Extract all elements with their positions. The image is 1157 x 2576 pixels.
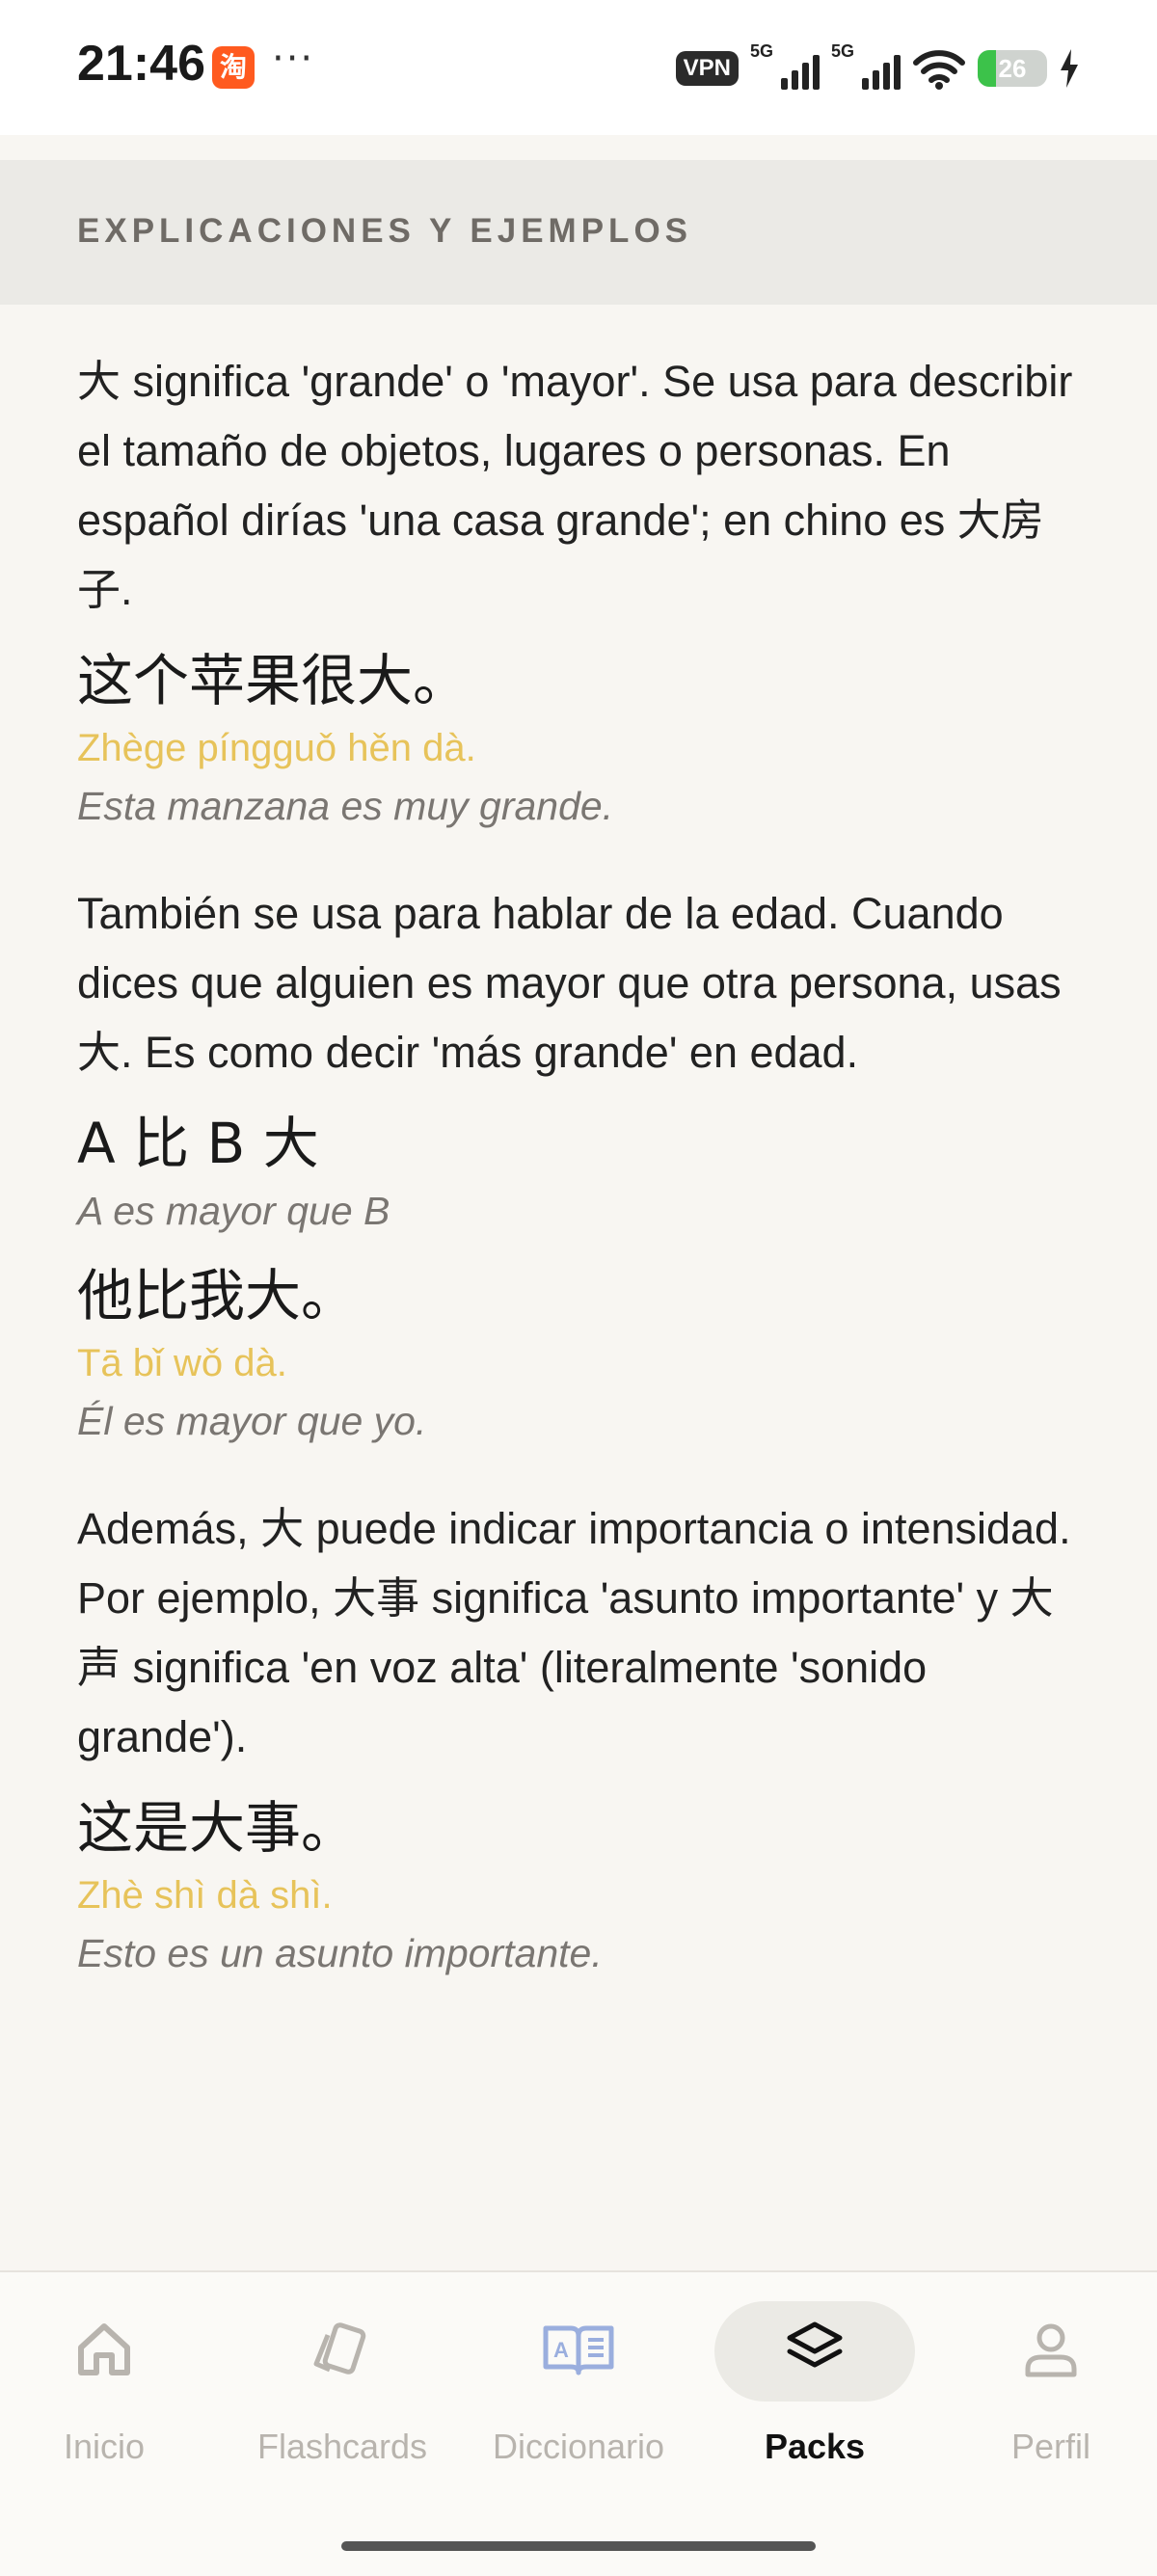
cards-icon bbox=[313, 2322, 366, 2375]
example-pinyin: Zhè shì dà shì. bbox=[77, 1874, 333, 1917]
nav-item-packs[interactable]: Packs bbox=[699, 2301, 930, 2467]
example-item: A 比 B 大 A es mayor que B bbox=[77, 1105, 1080, 1240]
example-pattern: A 比 B 大 bbox=[77, 1111, 319, 1176]
nav-label: Inicio bbox=[63, 2427, 146, 2466]
example-hanzi: 这个苹果很大。 bbox=[77, 648, 470, 713]
example-item: 他比我大。 Tā bǐ wǒ dà. Él es mayor que yo. bbox=[77, 1257, 1080, 1450]
status-indicators: VPN 5G 5G 26 bbox=[675, 41, 1080, 93]
example-translation: Esto es un asunto importante. bbox=[77, 1931, 603, 1975]
example-translation: A es mayor que B bbox=[77, 1189, 390, 1233]
explanation-paragraph: También se usa para hablar de la edad. C… bbox=[77, 889, 1062, 1077]
taobao-app-icon: 淘 bbox=[212, 46, 255, 89]
example-pinyin: Tā bǐ wǒ dà. bbox=[77, 1342, 287, 1384]
section-header: EXPLICACIONES Y EJEMPLOS bbox=[0, 160, 1157, 305]
network-type-label: 5G bbox=[831, 41, 855, 61]
nav-item-diccionario[interactable]: A Diccionario bbox=[463, 2311, 694, 2467]
status-bar: 21:46 淘 ··· VPN 5G 5G 26 bbox=[0, 0, 1157, 135]
battery-icon: 26 bbox=[978, 50, 1047, 87]
explanation-paragraph: 大 significa 'grande' o 'mayor'. Se usa p… bbox=[77, 357, 1073, 614]
svg-text:A: A bbox=[553, 2338, 569, 2362]
section-title: EXPLICACIONES Y EJEMPLOS bbox=[77, 212, 693, 250]
nav-label: Diccionario bbox=[492, 2427, 665, 2466]
nav-label: Perfil bbox=[1010, 2427, 1091, 2466]
explanations-content: 大 significa 'grande' o 'mayor'. Se usa p… bbox=[77, 347, 1080, 1982]
wifi-icon bbox=[913, 50, 965, 90]
charging-icon bbox=[1061, 49, 1078, 88]
nav-label: Packs bbox=[764, 2427, 866, 2466]
nav-item-inicio[interactable]: Inicio bbox=[0, 2311, 220, 2467]
dictionary-icon: A bbox=[543, 2325, 614, 2375]
example-hanzi: 他比我大。 bbox=[77, 1263, 358, 1328]
example-translation: Él es mayor que yo. bbox=[77, 1399, 427, 1443]
network-type-label: 5G bbox=[750, 41, 774, 61]
example-item: 这是大事。 Zhè shì dà shì. Esto es un asunto … bbox=[77, 1789, 1080, 1982]
battery-level: 26 bbox=[998, 54, 1027, 83]
nav-item-perfil[interactable]: Perfil bbox=[935, 2311, 1157, 2467]
layers-icon bbox=[787, 2321, 843, 2368]
nav-item-flashcards[interactable]: Flashcards bbox=[227, 2311, 458, 2467]
example-item: 这个苹果很大。 Zhège píngguǒ hěn dà. Esta manza… bbox=[77, 642, 1080, 835]
more-notifications-icon: ··· bbox=[272, 37, 315, 81]
example-hanzi: 这是大事。 bbox=[77, 1795, 358, 1861]
person-icon bbox=[1025, 2323, 1077, 2377]
example-pinyin: Zhège píngguǒ hěn dà. bbox=[77, 727, 476, 769]
home-indicator[interactable] bbox=[341, 2541, 816, 2551]
nav-label: Flashcards bbox=[256, 2427, 428, 2466]
example-translation: Esta manzana es muy grande. bbox=[77, 784, 614, 828]
explanation-paragraph: Además, 大 puede indicar importancia o in… bbox=[77, 1504, 1071, 1761]
signal-icon: 5G bbox=[750, 41, 820, 90]
vpn-badge: VPN bbox=[675, 51, 739, 86]
home-icon bbox=[78, 2323, 130, 2375]
status-time: 21:46 bbox=[77, 36, 205, 92]
signal-icon: 5G bbox=[831, 41, 901, 90]
bottom-navigation: Inicio Flashcards A Diccionario Packs Pe… bbox=[0, 2270, 1157, 2576]
